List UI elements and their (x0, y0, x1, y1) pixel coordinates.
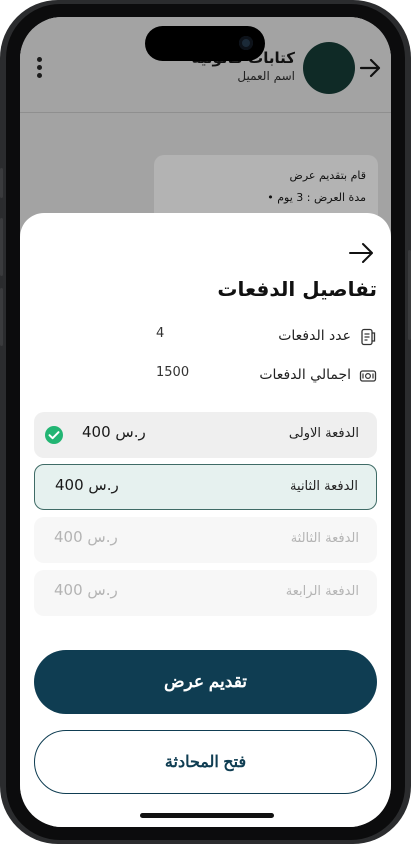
offer-duration: • مدة العرض : 3 يوم (267, 191, 366, 204)
payments-count-row: عدد الدفعات 4 (20, 325, 391, 349)
chat-subtitle: اسم العميل (237, 69, 295, 83)
screen: كتابات قانونية اسم العميل قام بتقديم عرض… (20, 17, 391, 827)
volume-up-button (0, 218, 3, 276)
back-arrow-icon[interactable] (347, 241, 375, 265)
payments-total-row: اجمالي الدفعات 1500 (20, 364, 391, 388)
back-arrow-icon[interactable] (357, 55, 383, 81)
avatar[interactable] (303, 42, 355, 94)
payment-label: الدفعة الرابعة (285, 584, 359, 599)
camera-icon (239, 36, 253, 50)
payment-label: الدفعة الثانية (290, 479, 358, 494)
payments-count-value: 4 (156, 326, 165, 341)
payment-amount: 400 ر.س (55, 476, 119, 494)
payments-count-label: عدد الدفعات (278, 328, 351, 344)
payment-row-first[interactable]: 400 ر.س الدفعة الاولى (34, 412, 377, 458)
sheet-title: تفاصيل الدفعات (217, 277, 377, 301)
open-chat-button[interactable]: فتح المحادثة (34, 730, 377, 794)
payment-row-second[interactable]: 400 ر.س الدفعة الثانية (34, 464, 377, 510)
payment-row-third[interactable]: 400 ر.س الدفعة الثالثة (34, 517, 377, 563)
submit-offer-button[interactable]: تقديم عرض (34, 650, 377, 714)
check-circle-icon (45, 426, 63, 444)
mute-switch (0, 168, 3, 198)
payment-amount: 400 ر.س (54, 581, 118, 599)
payments-total-label: اجمالي الدفعات (259, 367, 351, 383)
volume-down-button (0, 288, 3, 346)
offer-message-title: قام بتقديم عرض (289, 169, 366, 182)
payment-details-sheet: تفاصيل الدفعات عدد الدفعات 4 اجمالي الدف… (20, 213, 391, 827)
phone-frame: كتابات قانونية اسم العميل قام بتقديم عرض… (0, 0, 411, 844)
home-indicator[interactable] (140, 813, 274, 818)
payment-amount: 400 ر.س (82, 423, 146, 441)
payment-label: الدفعة الثالثة (290, 531, 359, 546)
dynamic-island (145, 26, 265, 61)
payment-label: الدفعة الاولى (288, 426, 359, 441)
receipt-icon (361, 328, 376, 346)
payments-total-value: 1500 (156, 365, 190, 380)
more-menu-icon[interactable] (36, 57, 44, 79)
cash-icon (359, 370, 377, 382)
payment-amount: 400 ر.س (54, 528, 118, 546)
payment-row-fourth[interactable]: 400 ر.س الدفعة الرابعة (34, 570, 377, 616)
